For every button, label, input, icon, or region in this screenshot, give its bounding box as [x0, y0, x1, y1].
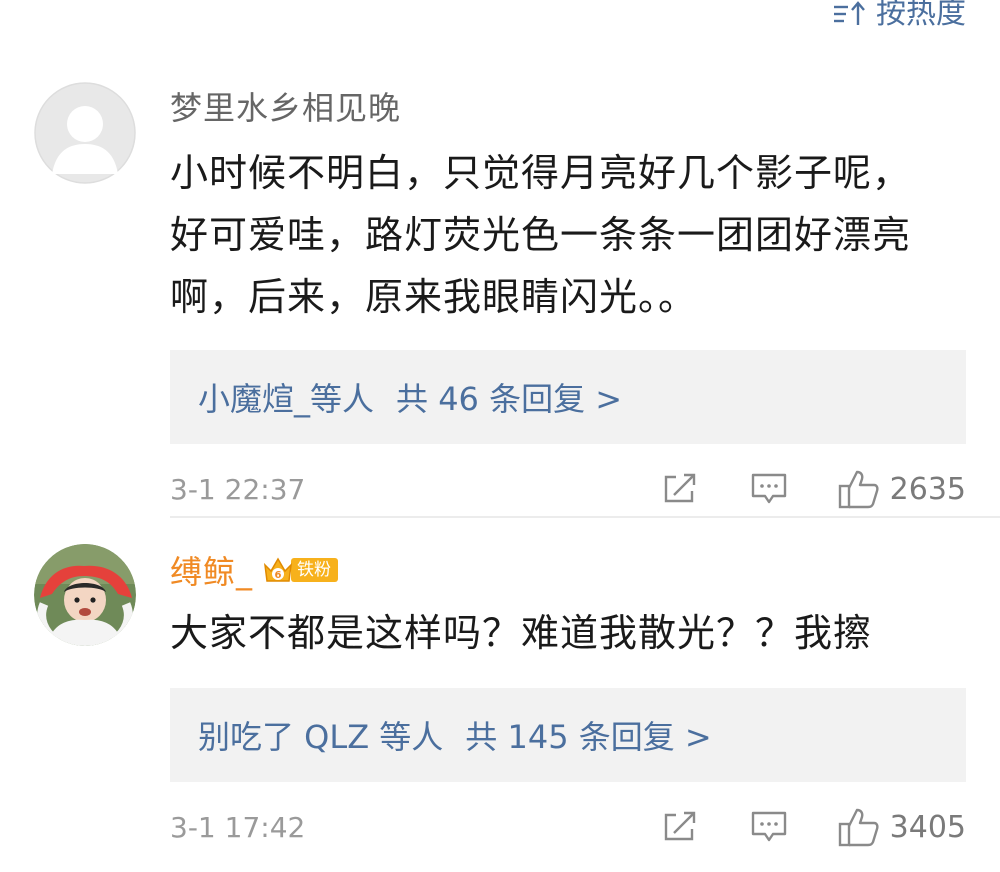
replies-who: 小魔煊_等人: [198, 380, 375, 418]
like-button[interactable]: 3405: [838, 807, 966, 847]
replies-count: 共 46 条回复 >: [396, 380, 623, 418]
thumbs-up-icon: [838, 807, 880, 847]
comment-actions: 3405: [662, 782, 966, 872]
sort-label: 按热度: [876, 0, 966, 31]
default-avatar-icon[interactable]: [34, 82, 136, 184]
reply-button[interactable]: [750, 472, 788, 506]
comment-body: 缚鲸_ 6 铁粉 大家不都是这样吗？难道我散光？？我擦 别吃了 QLZ 等人 共…: [170, 520, 966, 872]
sort-icon: [832, 0, 866, 29]
comment-text: 大家不都是这样吗？难道我散光？？我擦: [170, 602, 966, 664]
comment-line: 小时候不明白，只觉得月亮好几个影子呢，: [170, 151, 912, 195]
username[interactable]: 缚鲸_: [170, 547, 253, 593]
comment-line: 好可爱哇，路灯荧光色一条条一团团好漂亮: [170, 213, 912, 257]
comment-line: 啊，后来，原来我眼睛闪光。。: [170, 275, 698, 319]
share-button[interactable]: [662, 811, 698, 843]
comment-bubble-icon: [750, 472, 788, 506]
comment-line: 大家不都是这样吗？难道我散光？？我擦: [170, 611, 873, 655]
badge-label: 铁粉: [291, 558, 339, 582]
comment-body: 梦里水乡相见晚 小时候不明白，只觉得月亮好几个影子呢， 好可爱哇，路灯荧光色一条条…: [170, 70, 966, 534]
replies-count: 共 145 条回复 >: [465, 718, 712, 756]
comment-bubble-icon: [750, 810, 788, 844]
iron-fan-badge[interactable]: 6 铁粉: [261, 553, 339, 587]
share-icon: [662, 473, 698, 505]
thumbs-up-icon: [838, 469, 880, 509]
like-count: 3405: [889, 809, 966, 845]
share-icon: [662, 811, 698, 843]
username[interactable]: 梦里水乡相见晚: [170, 83, 401, 129]
comment-text: 小时候不明白，只觉得月亮好几个影子呢， 好可爱哇，路灯荧光色一条条一团团好漂亮 啊，…: [170, 142, 966, 328]
timestamp: 3-1 22:37: [170, 472, 306, 506]
like-button[interactable]: 2635: [838, 469, 966, 509]
like-count: 2635: [889, 471, 966, 507]
child-photo-avatar[interactable]: [34, 544, 136, 646]
crown-icon: 6: [261, 553, 295, 587]
username-row: 梦里水乡相见晚: [170, 74, 966, 138]
replies-who: 别吃了 QLZ 等人: [198, 718, 444, 756]
share-button[interactable]: [662, 473, 698, 505]
username-row: 缚鲸_ 6 铁粉: [170, 540, 966, 600]
replies-summary-button[interactable]: 别吃了 QLZ 等人 共 145 条回复 >: [170, 688, 966, 782]
comment-meta: 3-1 17:42 3405: [170, 782, 966, 872]
badge-level: 6: [275, 570, 282, 581]
replies-summary-button[interactable]: 小魔煊_等人 共 46 条回复 >: [170, 350, 966, 444]
comment-divider: [170, 516, 1000, 518]
timestamp: 3-1 17:42: [170, 810, 306, 844]
reply-button[interactable]: [750, 810, 788, 844]
sort-by-hot-button[interactable]: 按热度: [832, 0, 966, 34]
